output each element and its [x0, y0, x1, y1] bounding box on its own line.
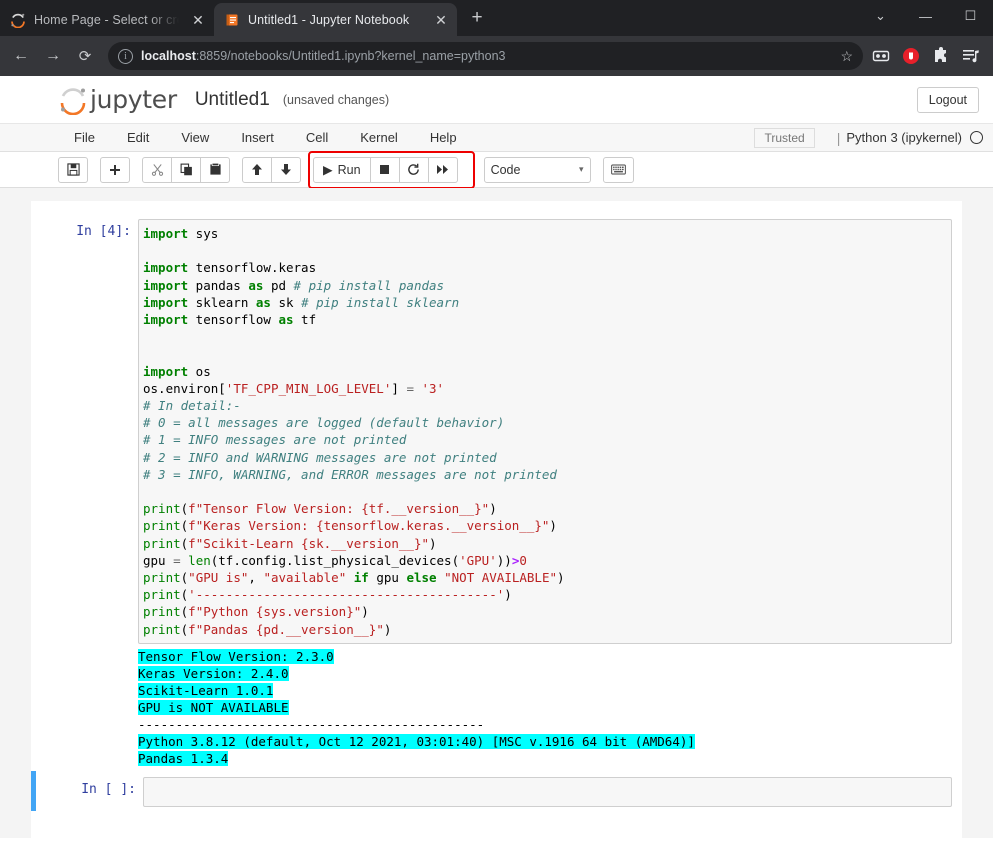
- notebook-icon: [224, 12, 240, 28]
- insert-cell-below-button[interactable]: [100, 156, 130, 183]
- code-editor[interactable]: import sys import tensorflow.keras impor…: [138, 219, 952, 644]
- new-tab-button[interactable]: +: [463, 5, 491, 33]
- kernel-idle-indicator-icon: [970, 131, 983, 144]
- toolbar-group-clipboard: [142, 156, 230, 183]
- cell-body: [143, 776, 952, 807]
- reload-icon[interactable]: ⟳: [70, 41, 100, 71]
- address-bar[interactable]: i localhost:8859/notebooks/Untitled1.ipy…: [108, 42, 863, 70]
- output-block-highlighted: Tensor Flow Version: 2.3.0 Keras Version…: [138, 648, 952, 716]
- url-text: localhost:8859/notebooks/Untitled1.ipynb…: [141, 49, 832, 63]
- notebook-cell-code-1[interactable]: In [4]: import sys import tensorflow.ker…: [31, 213, 962, 771]
- toolbar-group-move: [242, 156, 301, 183]
- play-icon: ▶: [323, 163, 333, 177]
- notebook-name[interactable]: Untitled1: [195, 89, 270, 111]
- jupyter-wordmark: jupyter: [90, 85, 177, 114]
- notebook-cell-code-2[interactable]: In [ ]:: [31, 770, 962, 811]
- run-button-label: Run: [337, 162, 361, 177]
- move-cell-up-button[interactable]: [242, 156, 272, 183]
- paste-button[interactable]: [200, 156, 230, 183]
- notebook-toolbar: ▶ Run Code ▾: [0, 150, 993, 189]
- output-block: ----------------------------------------…: [138, 716, 952, 733]
- cell-type-select[interactable]: Code ▾: [483, 156, 591, 183]
- puzzle-extensions-icon[interactable]: [931, 46, 951, 66]
- cell-prompt: In [ ]:: [81, 781, 136, 797]
- copy-button[interactable]: [171, 156, 201, 183]
- menubar-right: Trusted | Python 3 (ipykernel): [754, 127, 993, 148]
- cell-type-value: Code: [490, 162, 521, 177]
- record-extension-icon[interactable]: [901, 46, 921, 66]
- minimize-icon[interactable]: —: [903, 9, 948, 24]
- close-icon[interactable]: ✕: [433, 12, 449, 28]
- trusted-badge[interactable]: Trusted: [754, 127, 815, 148]
- output-line: ----------------------------------------…: [138, 716, 485, 732]
- separator: |: [836, 129, 841, 146]
- omnibox-bar: ← → ⟳ i localhost:8859/notebooks/Untitle…: [0, 36, 993, 76]
- cell-body: import sys import tensorflow.keras impor…: [138, 219, 952, 767]
- browser-tab-title: Untitled1 - Jupyter Notebook: [248, 12, 410, 27]
- reading-list-icon[interactable]: [961, 46, 981, 66]
- cell-output-area: Tensor Flow Version: 2.3.0 Keras Version…: [138, 644, 952, 767]
- menu-kernel[interactable]: Kernel: [344, 130, 414, 145]
- run-button-wrapper: ▶ Run: [308, 150, 475, 189]
- jupyter-logo[interactable]: jupyter: [58, 85, 177, 115]
- browser-tab-home-page[interactable]: Home Page - Select or create a n ✕: [0, 3, 214, 36]
- logout-button[interactable]: Logout: [916, 86, 979, 113]
- bookmark-star-icon[interactable]: ☆: [840, 48, 857, 65]
- url-path: :8859/notebooks/Untitled1.ipynb?kernel_n…: [195, 49, 506, 63]
- output-line: GPU is NOT AVAILABLE: [138, 699, 289, 715]
- notebook-page: In [4]: import sys import tensorflow.ker…: [31, 201, 962, 850]
- site-info-icon[interactable]: i: [118, 48, 133, 64]
- glasses-extension-icon[interactable]: [871, 46, 891, 66]
- jupyter-header: jupyter Untitled1 (unsaved changes) Logo…: [0, 76, 993, 124]
- output-line: Scikit-Learn 1.0.1: [138, 682, 274, 698]
- browser-tab-title: Home Page - Select or create a n: [34, 12, 182, 27]
- tab-search-chevron-down-icon[interactable]: ⌄: [858, 8, 903, 24]
- save-status: (unsaved changes): [282, 92, 390, 107]
- maximize-icon[interactable]: ☐: [948, 8, 993, 24]
- menu-view[interactable]: View: [165, 130, 225, 145]
- menu-insert[interactable]: Insert: [225, 130, 290, 145]
- code-source: import sys import tensorflow.keras impor…: [143, 226, 565, 637]
- jupyter-logo-icon: [58, 85, 88, 115]
- window-controls: ⌄ — ☐: [858, 0, 993, 32]
- restart-kernel-button[interactable]: [398, 156, 429, 183]
- back-icon[interactable]: ←: [6, 41, 36, 71]
- chevron-down-icon: ▾: [579, 164, 584, 174]
- command-palette-button[interactable]: [602, 156, 634, 183]
- save-button[interactable]: [58, 156, 88, 183]
- jupyter-logo-icon: [10, 12, 26, 28]
- cell-prompt: In [4]:: [76, 224, 131, 239]
- kernel-name-label[interactable]: Python 3 (ipykernel): [846, 130, 962, 145]
- toolbar-group-palette: [602, 156, 634, 183]
- url-host: localhost: [141, 49, 196, 63]
- toolbar-group-save: [58, 156, 88, 183]
- browser-tab-untitled1-notebook[interactable]: Untitled1 - Jupyter Notebook ✕: [214, 3, 457, 36]
- menu-bar: File Edit View Insert Cell Kernel Help T…: [0, 124, 993, 152]
- restart-and-run-all-button[interactable]: [427, 156, 458, 183]
- run-button[interactable]: ▶ Run: [313, 156, 371, 183]
- output-block-highlighted: Python 3.8.12 (default, Oct 12 2021, 03:…: [138, 733, 952, 767]
- notebook-scroll-area[interactable]: In [4]: import sys import tensorflow.ker…: [0, 188, 993, 850]
- cut-button[interactable]: [142, 156, 172, 183]
- menu-file[interactable]: File: [58, 130, 111, 145]
- output-line: Python 3.8.12 (default, Oct 12 2021, 03:…: [138, 733, 695, 749]
- output-line: Pandas 1.3.4: [138, 750, 229, 766]
- extension-icons: [871, 46, 987, 66]
- move-cell-down-button[interactable]: [271, 156, 301, 183]
- code-editor-empty[interactable]: [143, 776, 952, 807]
- menu-help[interactable]: Help: [414, 130, 473, 145]
- toolbar-group-insert: [100, 156, 130, 183]
- forward-icon[interactable]: →: [38, 41, 68, 71]
- tab-strip: Home Page - Select or create a n ✕ Untit…: [0, 0, 993, 36]
- browser-chrome: Home Page - Select or create a n ✕ Untit…: [0, 0, 993, 76]
- output-line: Keras Version: 2.4.0: [138, 665, 289, 681]
- menu-edit[interactable]: Edit: [111, 130, 165, 145]
- menu-cell[interactable]: Cell: [290, 130, 344, 145]
- interrupt-kernel-button[interactable]: [369, 156, 400, 183]
- toolbar-group-run: ▶ Run: [313, 156, 458, 183]
- output-line: Tensor Flow Version: 2.3.0: [138, 648, 334, 664]
- close-icon[interactable]: ✕: [190, 12, 206, 28]
